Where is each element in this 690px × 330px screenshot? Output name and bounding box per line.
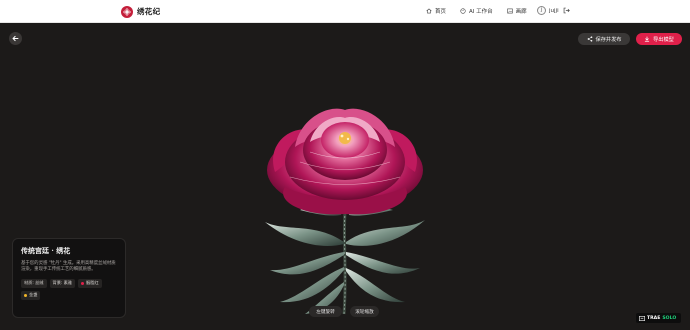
zoom-hint: 滚轮缩放: [350, 306, 379, 317]
tag-color-gold: 金盏: [21, 290, 41, 300]
arrow-left-icon: [12, 35, 19, 42]
save-publish-button[interactable]: 保存并发布: [578, 33, 630, 45]
tag-label: 金盏: [29, 292, 38, 298]
nav-item-label: AI 工作台: [469, 9, 493, 15]
rotate-hint: 左键旋转: [309, 306, 342, 317]
artwork-info-card: 传统宫廷 · 绣花 基于您的灵感 "牡丹" 生成。采用高精度丝绒材质渲染，重现手…: [12, 238, 126, 318]
avatar: J: [537, 6, 546, 15]
nav-item-gallery[interactable]: 画廊: [506, 7, 527, 15]
palette-icon: [460, 8, 466, 14]
tag-color-rouge: 胭脂红: [78, 278, 102, 288]
tag-background: 背景: 素雅: [49, 278, 75, 288]
nav-item-label: 画廊: [515, 9, 527, 15]
user-menu[interactable]: J jujji: [537, 6, 559, 15]
tag-material: 材质: 丝绒: [21, 278, 47, 288]
logout-icon[interactable]: [563, 7, 570, 14]
trae-logo-icon: [639, 315, 645, 321]
export-model-label: 导出模型: [653, 36, 674, 43]
tag-label: 背景: 素雅: [52, 280, 73, 286]
home-icon: [426, 8, 432, 14]
leaf-cluster-left: [265, 206, 344, 314]
trae-solo-badge: TRAE SOLO: [636, 313, 681, 323]
color-dot: [81, 281, 84, 285]
artwork-title: 传统宫廷 · 绣花: [21, 246, 71, 255]
artwork-description: 基于您的灵感 "牡丹" 生成。采用高精度丝绒材质渲染，重现手工传统工艺的细腻质感…: [21, 261, 116, 273]
tag-list: 材质: 丝绒 背景: 素雅 胭脂红 金盏: [21, 278, 117, 300]
main-nav: 首页 AI 工作台 画廊: [426, 7, 541, 15]
color-dot: [24, 293, 27, 297]
image-icon: [506, 8, 513, 14]
flower-logo-icon: [121, 5, 133, 18]
share-icon: [587, 36, 592, 42]
brand[interactable]: 绣花纪: [121, 5, 160, 18]
save-publish-label: 保存并发布: [595, 36, 622, 43]
leaf-cluster-right: [346, 206, 425, 303]
watermark-part1: TRAE: [647, 315, 661, 321]
export-model-button[interactable]: 导出模型: [636, 33, 682, 45]
top-nav-bar: 绣花纪 首页 AI 工作台 画廊 J jujji: [0, 0, 690, 23]
tag-label: 胭脂红: [86, 280, 99, 286]
nav-item-ai-workbench[interactable]: AI 工作台: [460, 7, 493, 15]
nav-item-label: 首页: [435, 9, 447, 15]
app-name: 绣花纪: [137, 7, 161, 16]
nav-item-home[interactable]: 首页: [426, 7, 446, 15]
tag-label: 材质: 丝绒: [24, 280, 44, 286]
watermark-part2: SOLO: [662, 315, 677, 321]
back-button[interactable]: [9, 32, 22, 45]
username: jujji: [549, 7, 559, 14]
peony-petals: [267, 108, 423, 215]
download-icon: [645, 36, 650, 42]
embroidered-peony-model[interactable]: [245, 92, 445, 317]
